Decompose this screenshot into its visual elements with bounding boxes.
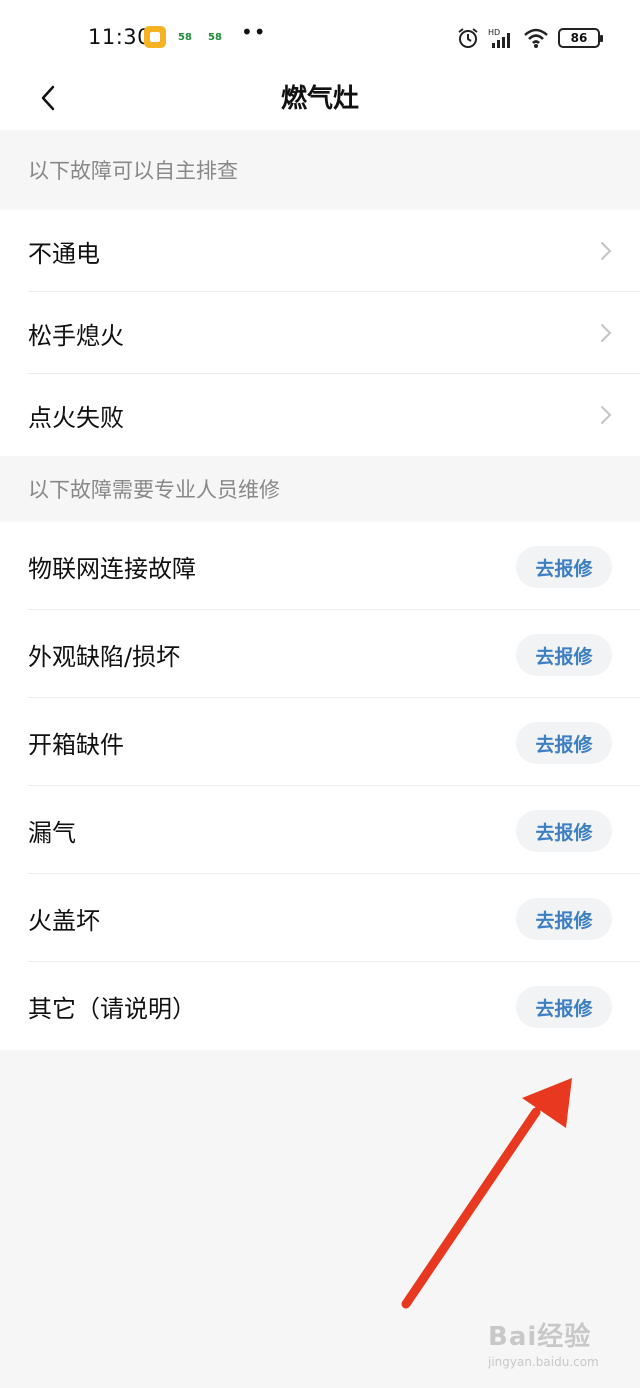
annotation-arrow — [401, 1078, 572, 1309]
watermark-logo: Bai经验 jingyan.baidu.com — [488, 1316, 618, 1376]
watermark-url: jingyan.baidu.com — [488, 1355, 599, 1369]
watermark-title: Bai经验 — [488, 1322, 592, 1352]
